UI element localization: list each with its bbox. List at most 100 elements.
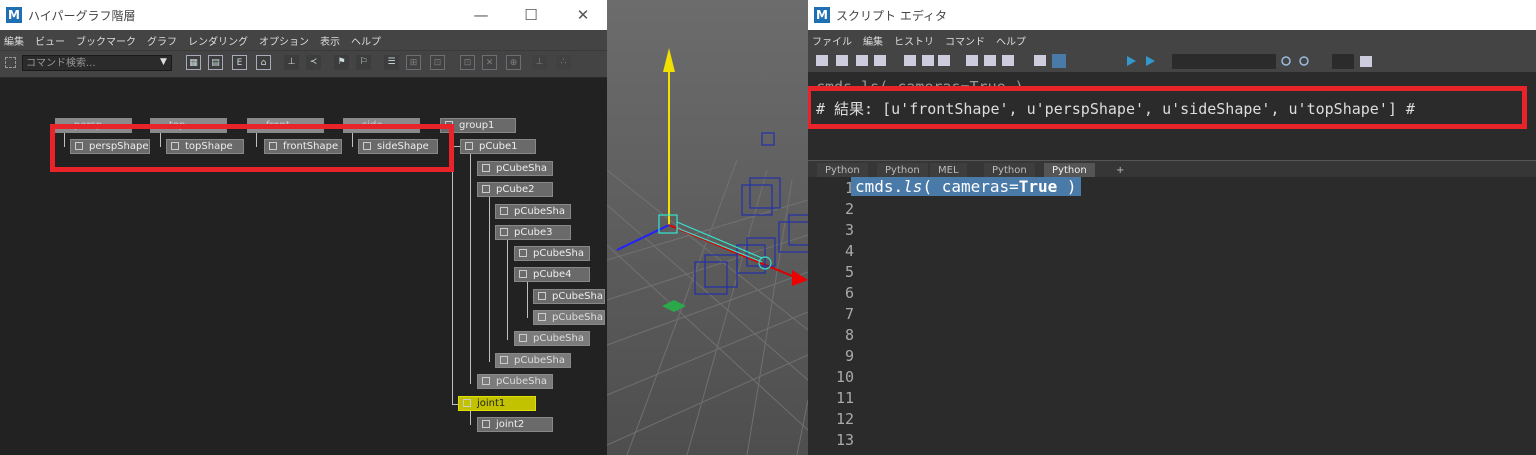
script-editor-titlebar: M スクリプト エディタ — [808, 0, 1536, 30]
more-icon[interactable]: ∴ — [556, 55, 571, 70]
line-number: 2 — [844, 200, 854, 218]
node-pCubeShape2[interactable]: pCubeSha — [495, 204, 571, 219]
connections-icon[interactable]: ≺ — [306, 55, 321, 70]
script-editor-menubar: ファイル 編集 ヒストリ コマンド ヘルプ — [808, 30, 1536, 50]
line-number: 4 — [844, 242, 854, 260]
maximize-button[interactable]: ☐ — [508, 0, 554, 30]
3d-viewport[interactable] — [607, 0, 808, 455]
graph-view-icon[interactable]: ▦ — [186, 55, 201, 70]
node-pCubeShape4[interactable]: pCubeSha — [533, 289, 605, 304]
mesh-icon — [482, 377, 490, 385]
node-pCube2[interactable]: pCube2 — [477, 182, 553, 197]
frame-all-icon[interactable]: ▤ — [208, 55, 223, 70]
line-number: 8 — [844, 326, 854, 344]
tab-python-2[interactable]: Python — [877, 163, 928, 178]
menu-show[interactable]: 表示 — [320, 33, 340, 48]
tab-python-4[interactable]: Python — [1044, 163, 1095, 178]
hypergraph-title: ハイパーグラフ階層 — [28, 8, 136, 23]
maya-logo-icon: M — [814, 7, 830, 23]
menu-help[interactable]: ヘルプ — [351, 33, 381, 48]
node-joint2[interactable]: joint2 — [477, 417, 553, 432]
transform-icon — [500, 228, 508, 236]
node-pCubeShape1[interactable]: pCubeSha — [477, 161, 553, 176]
menu-file[interactable]: ファイル — [812, 33, 852, 48]
menu-rendering[interactable]: レンダリング — [188, 33, 248, 48]
hierarchy-icon[interactable]: ⊥ — [284, 55, 299, 70]
node-pCube4[interactable]: pCube4 — [514, 267, 590, 282]
code-editor[interactable]: 1 2 3 4 5 6 7 8 9 10 11 12 13 cmds.ls( c… — [808, 177, 1536, 455]
tab-bar: Python Python MEL Python Python + — [808, 160, 1536, 178]
y-axis-arrow — [663, 48, 675, 72]
filter-icon[interactable]: ⊥ — [532, 55, 547, 70]
tab-mel[interactable]: MEL — [930, 163, 967, 178]
bookmark-icon[interactable]: ⚑ — [334, 55, 349, 70]
viewport-scene — [607, 48, 808, 455]
mesh-icon — [500, 356, 508, 364]
menu-bookmark[interactable]: ブックマーク — [76, 33, 136, 48]
tab-python-1[interactable]: Python — [817, 163, 868, 178]
tab-add-button[interactable]: + — [1108, 163, 1132, 178]
line-number: 5 — [844, 263, 854, 281]
bookmark-add-icon[interactable]: ⚐ — [356, 55, 371, 70]
mesh-icon — [519, 249, 527, 257]
line-number: 7 — [844, 305, 854, 323]
node-pCube1[interactable]: pCube1 — [460, 139, 536, 154]
script-editor-window[interactable]: M スクリプト エディタ ファイル 編集 ヒストリ コマンド ヘルプ cmds.… — [808, 0, 1536, 455]
select-icon[interactable] — [5, 57, 16, 68]
line-number: 12 — [835, 410, 854, 428]
line-number: 13 — [835, 431, 854, 449]
transform-icon — [519, 270, 527, 278]
expand-icon[interactable]: ⊕ — [506, 55, 521, 70]
command-search-input[interactable]: コマンド検索... — [22, 55, 172, 71]
menu-edit[interactable]: 編集 — [863, 33, 883, 48]
list-icon[interactable]: ☰ — [384, 55, 399, 70]
hypergraph-titlebar: M ハイパーグラフ階層 — ☐ ✕ — [0, 0, 607, 30]
menu-graph[interactable]: グラフ — [147, 33, 177, 48]
chevron-down-icon[interactable]: ▼ — [160, 57, 167, 67]
transform-icon — [482, 185, 490, 193]
minimize-button[interactable]: — — [458, 0, 504, 30]
node-pCube3[interactable]: pCube3 — [495, 225, 571, 240]
home-icon[interactable]: ⌂ — [256, 55, 271, 70]
node-joint1[interactable]: joint1 — [458, 396, 536, 411]
node-pCubeShape5[interactable]: pCubeSha — [533, 310, 605, 325]
transform-icon — [465, 142, 473, 150]
mesh-icon — [519, 334, 527, 342]
node-pCubeShape6[interactable]: pCubeSha — [514, 331, 590, 346]
line-number: 11 — [835, 389, 854, 407]
menu-options[interactable]: オプション — [259, 33, 309, 48]
mesh-icon — [500, 207, 508, 215]
close-view-icon[interactable]: ✕ — [482, 55, 497, 70]
layout-icon[interactable]: ⊞ — [406, 55, 421, 70]
frame-selection-icon[interactable]: E — [232, 55, 247, 70]
grid2-icon[interactable]: ⊡ — [460, 55, 475, 70]
close-button[interactable]: ✕ — [560, 0, 606, 30]
highlight-box-shapes — [50, 124, 454, 172]
menu-help[interactable]: ヘルプ — [996, 33, 1026, 48]
node-pCubeShape8[interactable]: pCubeSha — [477, 374, 553, 389]
script-editor-title: スクリプト エディタ — [836, 8, 947, 23]
hypergraph-menubar: 編集 ビュー ブックマーク グラフ レンダリング オプション 表示 ヘルプ — [0, 30, 607, 50]
toolbar-icons — [816, 54, 1372, 69]
cube-wireframes — [694, 132, 808, 295]
menu-view[interactable]: ビュー — [35, 33, 65, 48]
code-line-1: cmds.ls( cameras=True ) — [851, 177, 1081, 196]
maya-logo-icon: M — [6, 7, 22, 23]
node-pCubeShape3[interactable]: pCubeSha — [514, 246, 590, 261]
joint-icon — [463, 399, 471, 407]
mesh-icon — [482, 164, 490, 172]
mesh-icon — [538, 292, 546, 300]
script-editor-toolbar — [808, 50, 1536, 72]
menu-history[interactable]: ヒストリ — [894, 33, 934, 48]
highlight-box-result — [808, 86, 1527, 129]
history-pane[interactable]: cmds.ls( cameras=True ) # 結果: [u'frontSh… — [808, 72, 1536, 160]
line-number: 1 — [844, 179, 854, 197]
grid-icon[interactable]: ⊡ — [430, 55, 445, 70]
menu-command[interactable]: コマンド — [945, 33, 985, 48]
hypergraph-window[interactable]: M ハイパーグラフ階層 — ☐ ✕ 編集 ビュー ブックマーク グラフ レンダリ… — [0, 0, 607, 455]
joint-icon — [482, 420, 490, 428]
tab-python-3[interactable]: Python — [984, 163, 1035, 178]
menu-edit[interactable]: 編集 — [4, 33, 24, 48]
mesh-icon — [538, 313, 546, 321]
node-pCubeShape7[interactable]: pCubeSha — [495, 353, 571, 368]
